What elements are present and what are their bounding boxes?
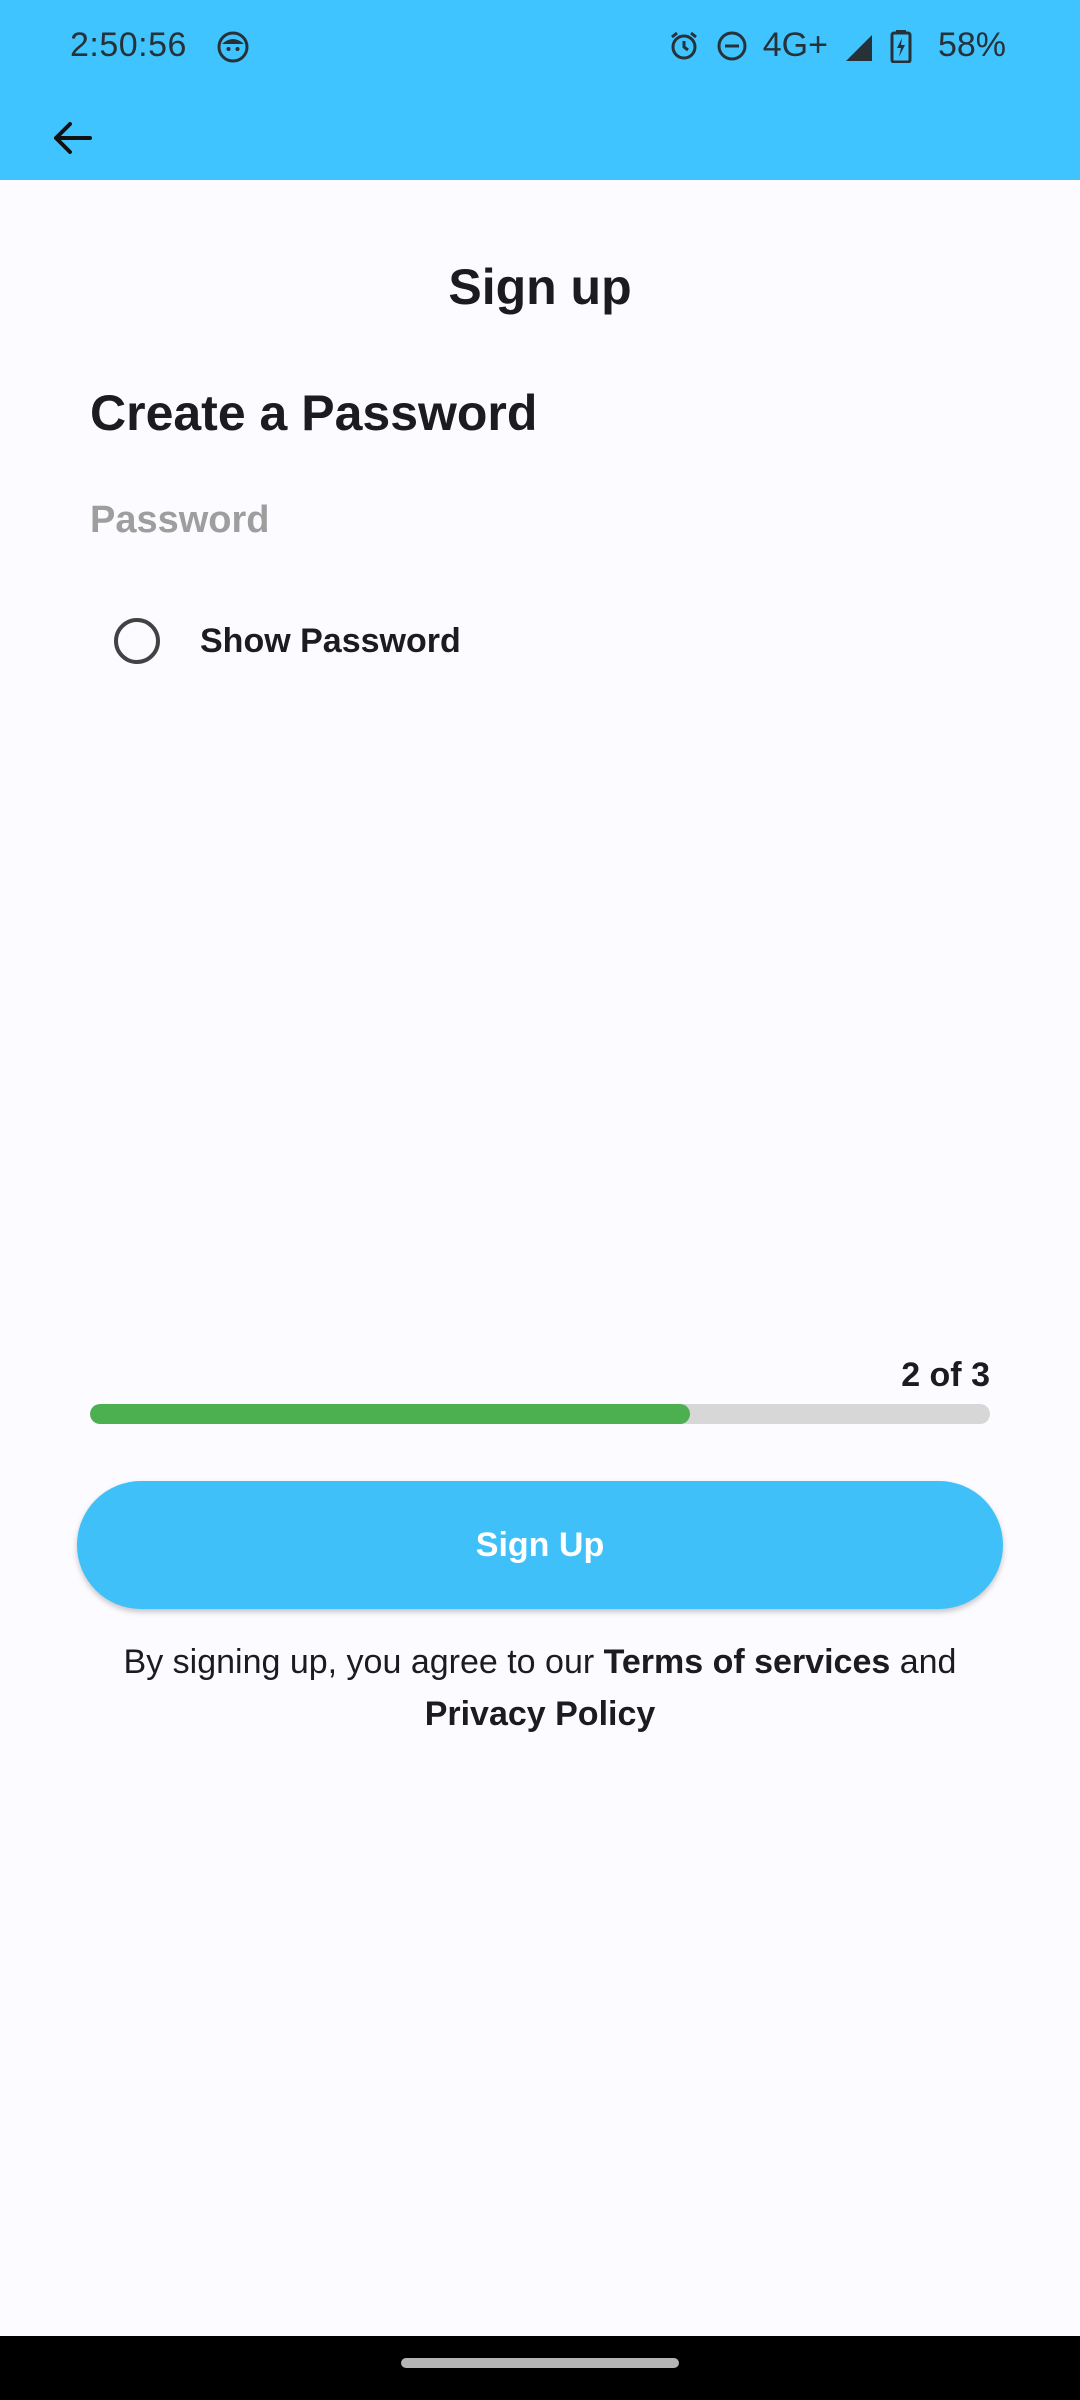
page-title: Sign up	[448, 259, 632, 315]
terms-prefix: By signing up, you agree to our	[123, 1643, 595, 1681]
status-time: 2:50:56	[70, 26, 187, 64]
battery-percent: 58%	[937, 26, 1006, 64]
show-password-option[interactable]: Show Password	[114, 618, 461, 664]
arrow-left-icon	[54, 122, 92, 154]
signup-screen: 2:50:56 4G+ 58% Sign up Create a Passwor…	[0, 0, 1080, 2400]
battery-charging-icon	[890, 29, 924, 63]
step-indicator: 2 of 3	[901, 1356, 990, 1394]
terms-notice: By signing up, you agree to our Terms of…	[60, 1636, 1020, 1740]
home-handle[interactable]	[401, 2358, 679, 2368]
section-heading: Create a Password	[90, 385, 538, 441]
network-type: 4G+	[762, 26, 828, 64]
system-nav-bar	[0, 2336, 1080, 2400]
progress-bar	[90, 1404, 990, 1424]
do-not-disturb-icon	[715, 29, 749, 63]
show-password-radio[interactable]	[114, 618, 160, 664]
face-icon	[216, 30, 250, 64]
status-bar: 2:50:56 4G+ 58%	[0, 0, 1080, 96]
terms-conjunction: and	[899, 1643, 957, 1681]
terms-of-service-link[interactable]: Terms of services	[604, 1643, 891, 1681]
show-password-label: Show Password	[200, 621, 461, 660]
signal-icon	[842, 29, 876, 63]
password-input[interactable]	[90, 490, 990, 550]
top-bar: 2:50:56 4G+ 58%	[0, 0, 1080, 180]
progress-fill	[90, 1404, 691, 1424]
status-icons: 4G+ 58%	[667, 26, 1006, 65]
back-button[interactable]	[40, 110, 104, 166]
alarm-icon	[667, 29, 701, 63]
sign-up-button[interactable]: Sign Up	[77, 1481, 1003, 1609]
privacy-policy-link[interactable]: Privacy Policy	[425, 1695, 656, 1733]
app-bar	[0, 96, 1080, 180]
